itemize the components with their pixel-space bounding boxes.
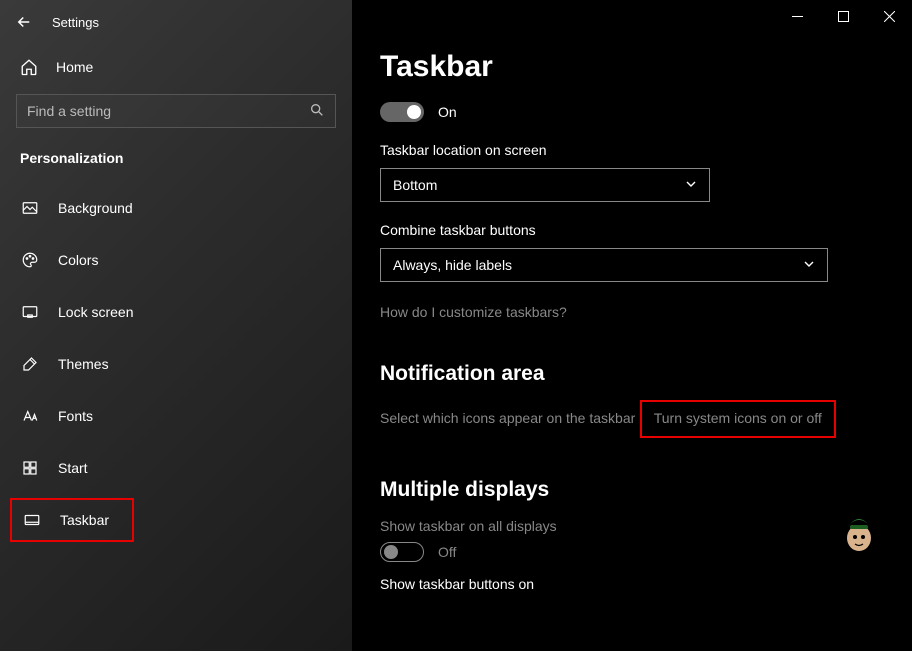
window-title: Settings (52, 15, 99, 30)
minimize-icon (792, 11, 803, 22)
palette-icon (20, 250, 40, 270)
sidebar-item-label: Themes (58, 356, 109, 372)
sidebar-item-taskbar[interactable]: Taskbar (10, 498, 134, 542)
sidebar-item-background[interactable]: Background (0, 186, 352, 230)
home-icon (20, 58, 38, 76)
multi-label: Show taskbar on all displays (380, 518, 912, 534)
sidebar-item-themes[interactable]: Themes (0, 342, 352, 386)
taskbar-toggle[interactable] (380, 102, 424, 122)
sidebar: Settings Home Personalization Background… (0, 0, 352, 651)
sidebar-item-label: Start (58, 460, 88, 476)
multi-buttons-label: Show taskbar buttons on (380, 576, 912, 592)
customize-link[interactable]: How do I customize taskbars? (380, 304, 567, 320)
home-nav[interactable]: Home (0, 44, 352, 90)
fonts-icon (20, 406, 40, 426)
main-panel: Taskbar On Taskbar location on screen Bo… (352, 0, 912, 651)
close-button[interactable] (866, 0, 912, 32)
toggle-knob (384, 545, 398, 559)
chevron-down-icon (685, 177, 697, 193)
nav-list: Background Colors Lock screen Themes Fon… (0, 186, 352, 542)
back-button[interactable] (14, 12, 34, 32)
search-input[interactable] (27, 103, 280, 119)
sidebar-item-lockscreen[interactable]: Lock screen (0, 290, 352, 334)
location-value: Bottom (393, 177, 437, 193)
location-label: Taskbar location on screen (380, 142, 912, 158)
multiple-displays-heading: Multiple displays (380, 478, 912, 502)
home-label: Home (56, 59, 93, 75)
notification-area-heading: Notification area (380, 362, 912, 386)
taskbar-toggle-label: On (438, 104, 457, 120)
maximize-button[interactable] (820, 0, 866, 32)
search-icon (309, 102, 325, 121)
sidebar-item-label: Fonts (58, 408, 93, 424)
combine-select[interactable]: Always, hide labels (380, 248, 828, 282)
minimize-button[interactable] (774, 0, 820, 32)
themes-icon (20, 354, 40, 374)
section-title: Personalization (0, 128, 352, 176)
lockscreen-icon (20, 302, 40, 322)
select-icons-link[interactable]: Select which icons appear on the taskbar (380, 410, 635, 426)
system-icons-link[interactable]: Turn system icons on or off (654, 410, 822, 426)
location-select[interactable]: Bottom (380, 168, 710, 202)
taskbar-toggle-row: On (380, 102, 912, 122)
arrow-left-icon (15, 13, 33, 31)
sidebar-item-colors[interactable]: Colors (0, 238, 352, 282)
combine-label: Combine taskbar buttons (380, 222, 912, 238)
sidebar-item-label: Taskbar (60, 512, 109, 528)
settings-window: Settings Home Personalization Background… (0, 0, 912, 651)
image-icon (20, 198, 40, 218)
close-icon (884, 11, 895, 22)
sidebar-item-start[interactable]: Start (0, 446, 352, 490)
highlighted-link-box: Turn system icons on or off (640, 400, 836, 438)
toggle-knob (407, 105, 421, 119)
start-icon (20, 458, 40, 478)
mascot-icon (842, 508, 876, 552)
sidebar-item-label: Colors (58, 252, 98, 268)
multi-toggle-label: Off (438, 544, 456, 560)
taskbar-icon (22, 510, 42, 530)
sidebar-item-fonts[interactable]: Fonts (0, 394, 352, 438)
window-controls (774, 0, 912, 32)
maximize-icon (838, 11, 849, 22)
sidebar-item-label: Lock screen (58, 304, 133, 320)
search-box[interactable] (16, 94, 336, 128)
multi-toggle[interactable] (380, 542, 424, 562)
combine-value: Always, hide labels (393, 257, 512, 273)
header-row: Settings (0, 0, 352, 44)
sidebar-item-label: Background (58, 200, 133, 216)
chevron-down-icon (803, 257, 815, 273)
